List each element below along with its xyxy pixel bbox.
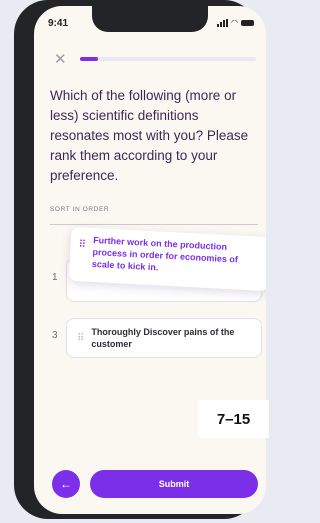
progress-bar	[80, 57, 256, 61]
close-icon[interactable]: ✕	[54, 50, 67, 68]
signal-icon	[217, 18, 229, 27]
wifi-icon: ◠	[231, 18, 238, 27]
rank-number-3: 3	[52, 330, 58, 341]
question-text: Which of the following (more or less) sc…	[50, 88, 249, 183]
phone-frame: 9:41 ◠ ✕ Which of the following (more or…	[14, 0, 266, 519]
status-icons: ◠	[217, 18, 254, 27]
sort-card[interactable]: ⠿ Thoroughly Discover pains of the custo…	[66, 318, 262, 358]
range-badge: 7–15	[198, 400, 269, 438]
submit-button[interactable]: Submit	[90, 470, 258, 498]
status-time: 9:41	[48, 18, 69, 29]
dragging-card-text: Further work on the production process i…	[91, 234, 239, 273]
sort-label: SORT IN ORDER	[50, 206, 110, 213]
device-notch	[92, 6, 208, 32]
rank-number-1: 1	[52, 272, 58, 283]
arrow-left-icon: ←	[60, 477, 72, 491]
battery-icon	[241, 19, 254, 26]
back-button[interactable]: ←	[52, 470, 80, 498]
drag-handle-icon[interactable]: ⠿	[77, 333, 84, 344]
dragging-card[interactable]: ⠿ Further work on the production process…	[68, 226, 266, 292]
sort-divider	[50, 224, 258, 225]
sort-card-text: Thoroughly Discover pains of the custome…	[91, 327, 235, 349]
progress-fill	[80, 57, 98, 61]
drag-handle-icon[interactable]: ⠿	[78, 239, 85, 250]
